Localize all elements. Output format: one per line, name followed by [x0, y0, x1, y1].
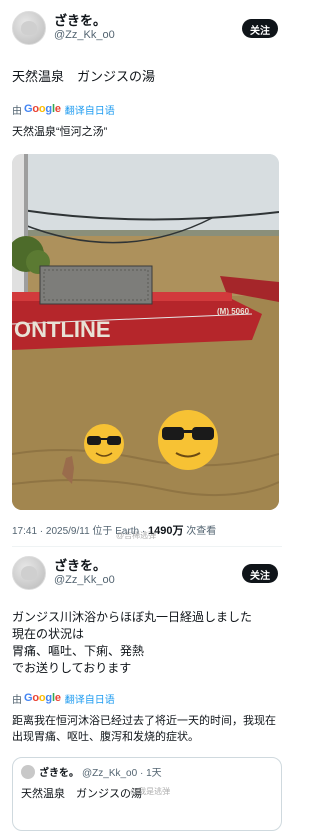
ganges-photo: ONTLINE (M) 5060 — [12, 154, 279, 510]
boat-lettering: ONTLINE — [14, 317, 111, 342]
quoted-handle-time: @Zz_Kk_o0 · 1天 — [82, 768, 162, 779]
translation-bar: 由 Google 翻译自日语 — [12, 691, 282, 706]
translated-by-label: 由 — [12, 105, 22, 117]
watermark: @吉稀逃弹 — [116, 531, 157, 540]
display-name[interactable]: ざきを。 — [54, 14, 242, 28]
avatar[interactable] — [12, 11, 46, 45]
display-name[interactable]: ざきを。 — [54, 559, 242, 573]
translated-by-label: 由 — [12, 694, 22, 706]
translation-bar: 由 Google 翻译自日语 — [12, 102, 282, 117]
tweet-text: 天然温泉 ガンジスの湯 — [12, 69, 156, 84]
follow-button[interactable]: 关注 — [242, 18, 278, 38]
tweet-photo[interactable]: ONTLINE (M) 5060 — [12, 154, 279, 510]
tweet-header: ざきを。 @Zz_Kk_o0 关注 — [12, 553, 282, 593]
quoted-avatar — [21, 764, 35, 779]
handle[interactable]: @Zz_Kk_o0 — [54, 573, 242, 587]
tweet-1[interactable]: ざきを。 @Zz_Kk_o0 关注 天然温泉 ガンジスの湯 由 Google 翻… — [0, 0, 294, 547]
author-names: ざきを。 @Zz_Kk_o0 — [54, 559, 242, 587]
author-names: ざきを。 @Zz_Kk_o0 — [54, 14, 242, 42]
translated-text: 距离我在恒河沐浴已经过去了将近一天的时间，我现在出现胃痛、呕吐、腹泻和发烧的症状… — [12, 715, 276, 743]
view-count-suffix: 次查看 — [183, 526, 217, 537]
tweet-text: ガンジス川沐浴からほぼ丸一日経過しました 現在の状況は 胃痛、嘔吐、下痢、発熱 … — [12, 610, 253, 675]
follow-button[interactable]: 关注 — [242, 563, 278, 583]
google-logo: Google — [24, 692, 61, 704]
translate-link[interactable]: 翻译自日语 — [65, 102, 115, 117]
sunglasses-emoji-icon — [158, 410, 218, 470]
handle[interactable]: @Zz_Kk_o0 — [54, 28, 242, 42]
translated-text: 天然温泉“恒河之汤” — [12, 126, 108, 138]
tweet-header: ざきを。 @Zz_Kk_o0 关注 — [12, 8, 282, 48]
sunglasses-emoji-icon — [84, 424, 124, 464]
translate-link[interactable]: 翻译自日语 — [65, 691, 115, 706]
avatar[interactable] — [12, 556, 46, 590]
watermark: @我是逃弹 — [130, 787, 171, 796]
boat-plate: (M) 5060 — [217, 307, 250, 316]
quoted-display-name: ざきを。 — [39, 768, 79, 779]
google-logo: Google — [24, 103, 61, 115]
quoted-tweet-header: ざきを。 @Zz_Kk_o0 · 1天 — [21, 764, 273, 779]
